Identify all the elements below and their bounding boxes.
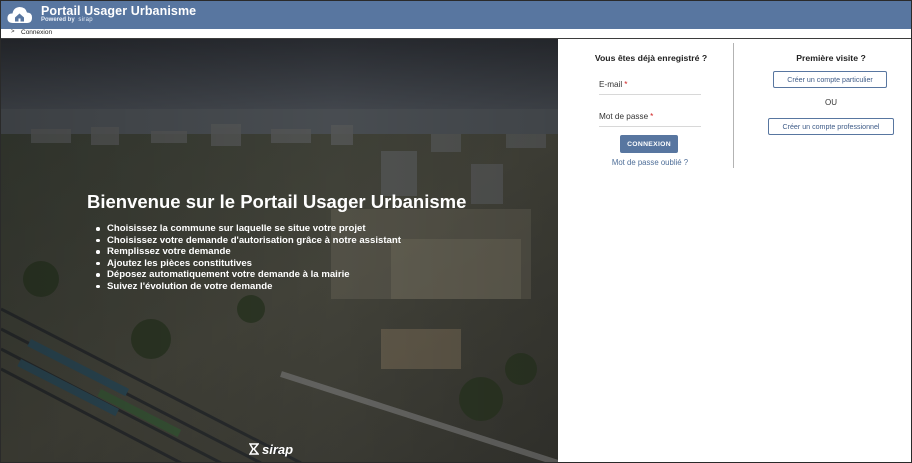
powered-by-brand: sirap — [78, 17, 93, 23]
breadcrumb-item-connexion[interactable]: Connexion — [21, 29, 52, 36]
footer-brand-name: sirap — [262, 442, 294, 457]
powered-by-text: Powered by — [41, 17, 75, 23]
hero-title: Bienvenue sur le Portail Usager Urbanism… — [87, 191, 467, 212]
breadcrumb: > Connexion — [1, 29, 911, 39]
signup-section-title: Première visite ? — [796, 53, 866, 63]
email-label: E-mail — [599, 80, 623, 89]
sirap-logo-mark-icon — [249, 443, 259, 455]
hero-feature-item: Suivez l'évolution de votre demande — [96, 281, 401, 293]
home-cloud-logo-icon[interactable] — [6, 4, 33, 26]
hero-feature-item: Choisissez votre demande d'autorisation … — [96, 235, 401, 247]
sirap-footer-logo: sirap — [249, 442, 293, 457]
hero-feature-item: Déposez automatiquement votre demande à … — [96, 269, 401, 281]
create-professional-account-button[interactable]: Créer un compte professionnel — [768, 118, 894, 135]
hero-feature-item: Remplissez votre demande — [96, 246, 401, 258]
required-marker: * — [624, 80, 628, 89]
login-panel: Vous êtes déjà enregistré ? E-mail * Mot … — [591, 53, 711, 167]
powered-by-label: Powered by sirap — [41, 17, 93, 23]
app-window: Portail Usager Urbanisme Powered by sira… — [0, 0, 912, 463]
or-separator: OU — [825, 98, 837, 107]
required-marker: * — [650, 112, 654, 121]
hero-banner: Bienvenue sur le Portail Usager Urbanism… — [1, 39, 558, 462]
breadcrumb-chevron-icon: > — [11, 29, 15, 35]
password-label: Mot de passe — [599, 112, 649, 121]
app-header: Portail Usager Urbanisme Powered by sira… — [1, 1, 911, 29]
app-title: Portail Usager Urbanisme — [41, 4, 197, 18]
panel-divider — [733, 43, 734, 168]
connexion-button[interactable]: CONNEXION — [620, 135, 678, 153]
forgot-password-link[interactable]: Mot de passe oublié ? — [591, 158, 709, 167]
hero-feature-item: Ajoutez les pièces constitutives — [96, 258, 401, 270]
hero-feature-list: Choisissez la commune sur laquelle se si… — [96, 223, 401, 293]
hero-feature-item: Choisissez la commune sur laquelle se si… — [96, 223, 401, 235]
password-field[interactable]: Mot de passe * — [599, 103, 701, 127]
email-field[interactable]: E-mail * — [599, 71, 701, 95]
signup-panel: Première visite ? Créer un compte partic… — [761, 53, 901, 135]
login-section-title: Vous êtes déjà enregistré ? — [594, 53, 708, 63]
create-individual-account-button[interactable]: Créer un compte particulier — [773, 71, 887, 88]
